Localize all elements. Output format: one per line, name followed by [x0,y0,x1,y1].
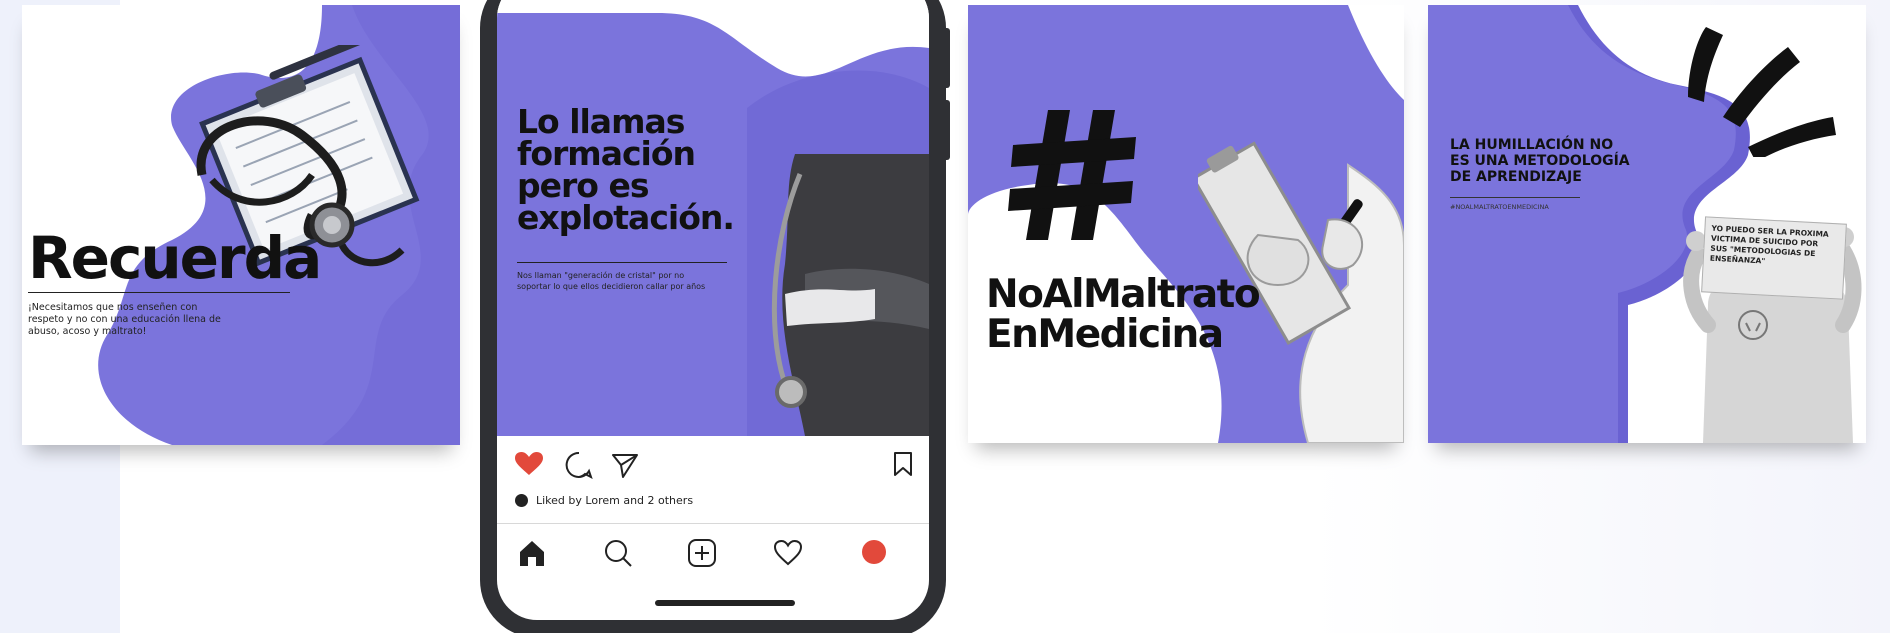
instagram-post-image: Lo llamas formación pero es explotación.… [497,0,929,436]
hashtag-symbol [1008,110,1136,240]
search-icon[interactable] [603,538,633,568]
post-headline: Lo llamas formación pero es explotación. [517,105,735,237]
hashtag-line: NoAlMaltrato [986,272,1261,317]
post-card-hashtag: NoAlMaltrato EnMedicina [968,5,1404,443]
liked-by-row: Liked by Lorem and 2 others [515,494,693,507]
avatar [515,494,528,507]
doctor-photo [771,154,929,436]
protest-sign: YO PUEDO SER LA PROXIMA VICTIMA DE SUICI… [1701,216,1847,300]
body-line: abuso, acoso y maltrato! [28,326,147,337]
liked-by-text: Liked by Lorem and 2 others [536,494,694,507]
hashtag-line: EnMedicina [986,312,1224,357]
phone-side-button [942,100,950,160]
sign-text: YO PUEDO SER LA PROXIMA VICTIMA DE SUICI… [1710,224,1829,270]
headline-line: explotación. [517,198,735,237]
heading-line: ES UNA METODOLOGÍA [1450,153,1630,169]
post-card-recuerda: Recuerda ¡Necesitamos que nos enseñen co… [22,5,460,445]
body-line: respeto y no con una educación llena de [28,314,221,325]
hashtag-text: NoAlMaltrato EnMedicina [986,272,1261,357]
heading-line: LA HUMILLACIÓN NO [1450,137,1614,153]
post-caption: Nos llaman "generación de cristal" por n… [517,270,705,292]
card-title: Recuerda [28,224,322,292]
phone-mockup: Lo llamas formación pero es explotación.… [480,0,950,633]
bookmark-icon[interactable] [893,451,913,477]
heart-filled-icon[interactable] [515,452,543,476]
heart-outline-icon[interactable] [773,539,803,567]
headline-underline [517,262,727,263]
post-action-bar [497,436,929,486]
phone-side-button [942,28,950,88]
home-icon[interactable] [517,538,547,568]
stage: Recuerda ¡Necesitamos que nos enseñen co… [0,0,1890,633]
title-underline [28,292,290,293]
post-card-humillacion: LA HUMILLACIÓN NO ES UNA METODOLOGÍA DE … [1428,5,1866,443]
card-body-text: ¡Necesitamos que nos enseñen con respeto… [28,302,221,338]
card-hashtag: #NOALMALTRATOENMEDICINA [1450,203,1549,211]
profile-icon[interactable] [862,540,886,564]
divider [497,523,929,524]
comment-icon[interactable] [565,451,593,479]
add-post-icon[interactable] [687,538,717,568]
exclamation-marks-graphic [1688,27,1836,157]
body-line: ¡Necesitamos que nos enseñen con [28,302,198,313]
home-indicator[interactable] [655,600,795,606]
card-heading: LA HUMILLACIÓN NO ES UNA METODOLOGÍA DE … [1450,137,1630,185]
caption-line: soportar lo que ellos decidieron callar … [517,282,706,291]
heading-line: DE APRENDIZAJE [1450,169,1582,185]
heading-underline [1450,197,1580,198]
caption-line: Nos llaman "generación de cristal" por n… [517,271,685,280]
phone-screen: Lo llamas formación pero es explotación.… [497,0,929,620]
send-icon[interactable] [611,451,639,479]
